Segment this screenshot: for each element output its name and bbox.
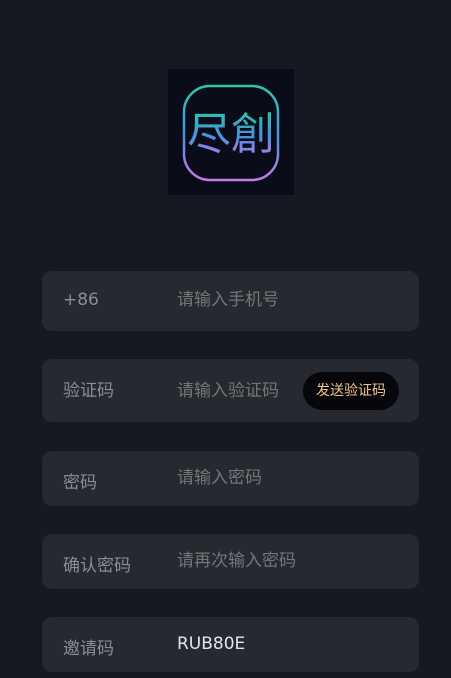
verification-code-input[interactable] bbox=[177, 381, 297, 401]
invite-code-input[interactable]: RUB80E bbox=[177, 634, 245, 654]
app-logo: 尽創 bbox=[168, 69, 294, 195]
logo-mark-icon: 尽創 bbox=[182, 84, 280, 182]
password-field[interactable]: 密码 bbox=[42, 451, 419, 506]
password-label: 密码 bbox=[63, 473, 97, 493]
register-page: 尽創 +86 验证码 发送验证码 密码 确认密码 邀请码 RUB80E bbox=[0, 0, 451, 678]
confirm-password-input[interactable] bbox=[177, 551, 397, 571]
confirm-password-field[interactable]: 确认密码 bbox=[42, 534, 419, 589]
invite-code-label: 邀请码 bbox=[63, 639, 114, 659]
verification-code-label: 验证码 bbox=[63, 381, 114, 401]
phone-input[interactable] bbox=[177, 290, 397, 310]
verification-code-field[interactable]: 验证码 发送验证码 bbox=[42, 359, 419, 422]
send-code-button[interactable]: 发送验证码 bbox=[303, 372, 399, 410]
invite-code-field[interactable]: 邀请码 RUB80E bbox=[42, 617, 419, 672]
phone-field[interactable]: +86 bbox=[42, 271, 419, 331]
password-input[interactable] bbox=[177, 468, 397, 488]
logo-text: 尽創 bbox=[187, 109, 275, 160]
country-code-label[interactable]: +86 bbox=[63, 290, 99, 310]
confirm-password-label: 确认密码 bbox=[63, 556, 131, 576]
